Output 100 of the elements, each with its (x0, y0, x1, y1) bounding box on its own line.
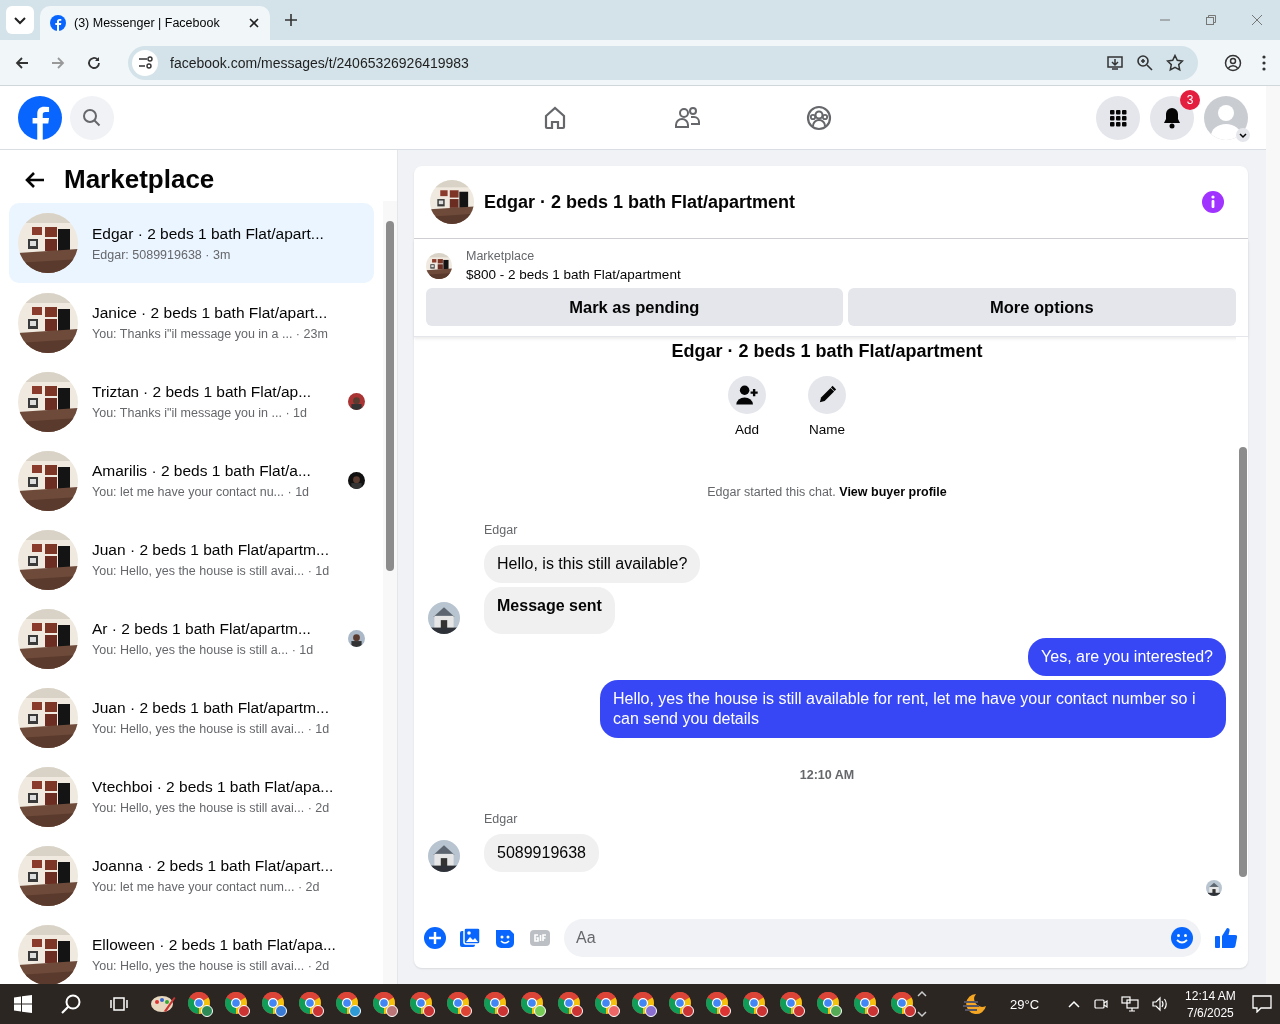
conversation-name: Ar · 2 beds 1 bath Flat/apartm... (92, 620, 312, 638)
restore-icon[interactable] (1205, 14, 1217, 26)
browser-icon[interactable] (816, 991, 842, 1017)
volume-icon[interactable] (1151, 996, 1170, 1012)
pencil-icon[interactable] (808, 376, 846, 414)
browser-icon[interactable] (187, 991, 213, 1017)
message-bubble: Message sent (484, 587, 615, 634)
conversation-name: Juan · 2 beds 1 bath Flat/apartm... (92, 541, 330, 559)
camera-icon[interactable] (1093, 996, 1110, 1012)
profile-icon[interactable] (1224, 53, 1242, 72)
message-field[interactable]: Aa (564, 919, 1201, 957)
chat-title: Edgar · 2 beds 1 bath Flat/apartment (484, 191, 796, 213)
conversation-preview: You: Thanks i"il message you in a ... · 23m (92, 327, 329, 341)
add-person-icon[interactable] (728, 376, 766, 414)
action-button[interactable]: More options (847, 288, 1236, 326)
network-icon[interactable] (1121, 996, 1140, 1012)
conversation-name: Amarilis · 2 beds 1 bath Flat/a... (92, 462, 312, 480)
conversation-item[interactable]: Ar · 2 beds 1 bath Flat/apartm... You: Hello, yes the house is still a... · 1d (9, 599, 374, 678)
weather-temperature: 29°C (1010, 996, 1040, 1012)
zoom-icon[interactable] (1136, 53, 1154, 72)
thumbs-up-icon[interactable] (1214, 926, 1238, 950)
emoji-icon[interactable] (1171, 927, 1193, 949)
conversation-name: Juan · 2 beds 1 bath Flat/apartm... (92, 699, 330, 717)
menu-button[interactable] (1096, 95, 1140, 140)
tab-list-button[interactable] (6, 6, 34, 34)
button-label[interactable]: Name (809, 422, 845, 437)
browser-icon[interactable] (483, 991, 509, 1017)
facebook-logo-icon[interactable] (18, 95, 62, 140)
install-app-icon[interactable] (1106, 53, 1124, 72)
browser-icon[interactable] (261, 991, 287, 1017)
bookmark-star-icon[interactable] (1166, 53, 1184, 72)
browser-tab[interactable]: (3) Messenger | Facebook (40, 6, 270, 40)
message-bubble: Yes, are you interested? (1028, 638, 1226, 676)
search-icon[interactable] (60, 993, 82, 1015)
address-bar[interactable]: facebook.com/messages/t/24065326926419983 (128, 45, 1198, 80)
more-menu-icon[interactable] (1262, 54, 1266, 71)
notification-center-icon[interactable] (1251, 995, 1272, 1013)
close-window-icon[interactable] (1251, 14, 1263, 26)
clock-time: 12:14 AM (1185, 988, 1236, 1003)
sender-name: Edgar (484, 812, 519, 826)
photo-icon[interactable] (459, 927, 481, 949)
search-button[interactable] (70, 95, 114, 140)
sticker-icon[interactable] (494, 927, 516, 949)
url-text: facebook.com/messages/t/24065326926419983 (170, 54, 469, 71)
browser-icon[interactable] (890, 991, 916, 1017)
new-tab-icon[interactable] (284, 13, 298, 27)
conversation-preview: You: Hello, yes the house is still avai... · 2d (92, 959, 331, 973)
info-icon[interactable] (1202, 191, 1224, 213)
conversation-item[interactable]: Vtechboi · 2 beds 1 bath Flat/apa... You: Hello, yes the house is still avai... · 2d (9, 757, 374, 836)
browser-icon[interactable] (705, 991, 731, 1017)
browser-icon[interactable] (779, 991, 805, 1017)
notification-badge: 3 (1180, 89, 1200, 110)
conversation-item[interactable]: Janice · 2 beds 1 bath Flat/apart... You: Thanks i"il message you in a ... · 23m (9, 283, 374, 362)
button-label[interactable]: Add (735, 422, 759, 437)
message-bubble: 5089919638 (484, 834, 599, 872)
weather-icon[interactable] (962, 992, 988, 1016)
browser-icon[interactable] (742, 991, 768, 1017)
browser-icon[interactable] (224, 991, 250, 1017)
close-icon[interactable] (248, 17, 260, 29)
timestamp: 12:10 AM (798, 768, 856, 782)
plus-icon[interactable] (424, 927, 446, 949)
browser-icon[interactable] (520, 991, 546, 1017)
conversation-preview: You: Hello, yes the house is still avai... · 1d (92, 564, 331, 578)
conversation-name: Elloween · 2 beds 1 bath Flat/apa... (92, 936, 334, 954)
conversation-preview: You: Thanks i"il message you in ... · 1d (92, 406, 308, 420)
browser-icon[interactable] (298, 991, 324, 1017)
conversation-name: Edgar · 2 beds 1 bath Flat/apart... (92, 224, 325, 243)
message-bubble: Hello, is this still available? (484, 545, 701, 583)
conversation-item[interactable]: Amarilis · 2 beds 1 bath Flat/a... You: let me have your contact nu... · 1d (9, 441, 374, 520)
conversation-item[interactable]: Triztan · 2 beds 1 bath Flat/ap... You: Thanks i"il message you in ... · 1d (9, 362, 374, 441)
conversation-name: Janice · 2 beds 1 bath Flat/apart... (92, 304, 329, 322)
conversation-item[interactable]: Elloween · 2 beds 1 bath Flat/apa... You: Hello, yes the house is still avai... · 2d (9, 915, 374, 984)
browser-icon[interactable] (409, 991, 435, 1017)
browser-icon[interactable] (594, 991, 620, 1017)
conversation-item[interactable]: Juan · 2 beds 1 bath Flat/apartm... You: Hello, yes the house is still avai... · 1d (9, 520, 374, 599)
browser-icon[interactable] (372, 991, 398, 1017)
browser-icon[interactable] (668, 991, 694, 1017)
back-icon[interactable] (14, 54, 30, 71)
conversation-preview: You: Hello, yes the house is still avai... · 2d (92, 801, 331, 815)
browser-icon[interactable] (335, 991, 361, 1017)
conversation-item[interactable]: Edgar · 2 beds 1 bath Flat/apart... Edgar: 5089919638 · 3m (9, 203, 374, 283)
conversation-item[interactable]: Juan · 2 beds 1 bath Flat/apartm... You: Hello, yes the house is still avai... · 1d (9, 678, 374, 757)
browser-icon[interactable] (853, 991, 879, 1017)
browser-icon[interactable] (446, 991, 472, 1017)
conversation-title: Edgar · 2 beds 1 bath Flat/apartment (671, 341, 983, 362)
conversation-preview: You: let me have your contact num... · 2d (92, 880, 321, 894)
listing-source: Marketplace (466, 249, 536, 263)
account-menu-icon[interactable] (1236, 127, 1250, 142)
browser-icon[interactable] (557, 991, 583, 1017)
browser-icon[interactable] (631, 991, 657, 1017)
chat-start-note: Edgar started this chat. View buyer profile (707, 485, 947, 499)
action-button[interactable]: Mark as pending (426, 288, 843, 326)
reload-icon[interactable] (86, 54, 102, 71)
start-button[interactable] (14, 995, 32, 1013)
forward-icon[interactable] (50, 54, 66, 71)
site-settings-icon[interactable] (132, 49, 158, 76)
conversation-preview: You: Hello, yes the house is still a... · 1d (92, 643, 315, 657)
task-view-icon[interactable] (110, 995, 128, 1013)
conversation-item[interactable]: Joanna · 2 beds 1 bath Flat/apart... You: let me have your contact num... · 2d (9, 836, 374, 915)
notifications-button[interactable] (1150, 95, 1194, 140)
